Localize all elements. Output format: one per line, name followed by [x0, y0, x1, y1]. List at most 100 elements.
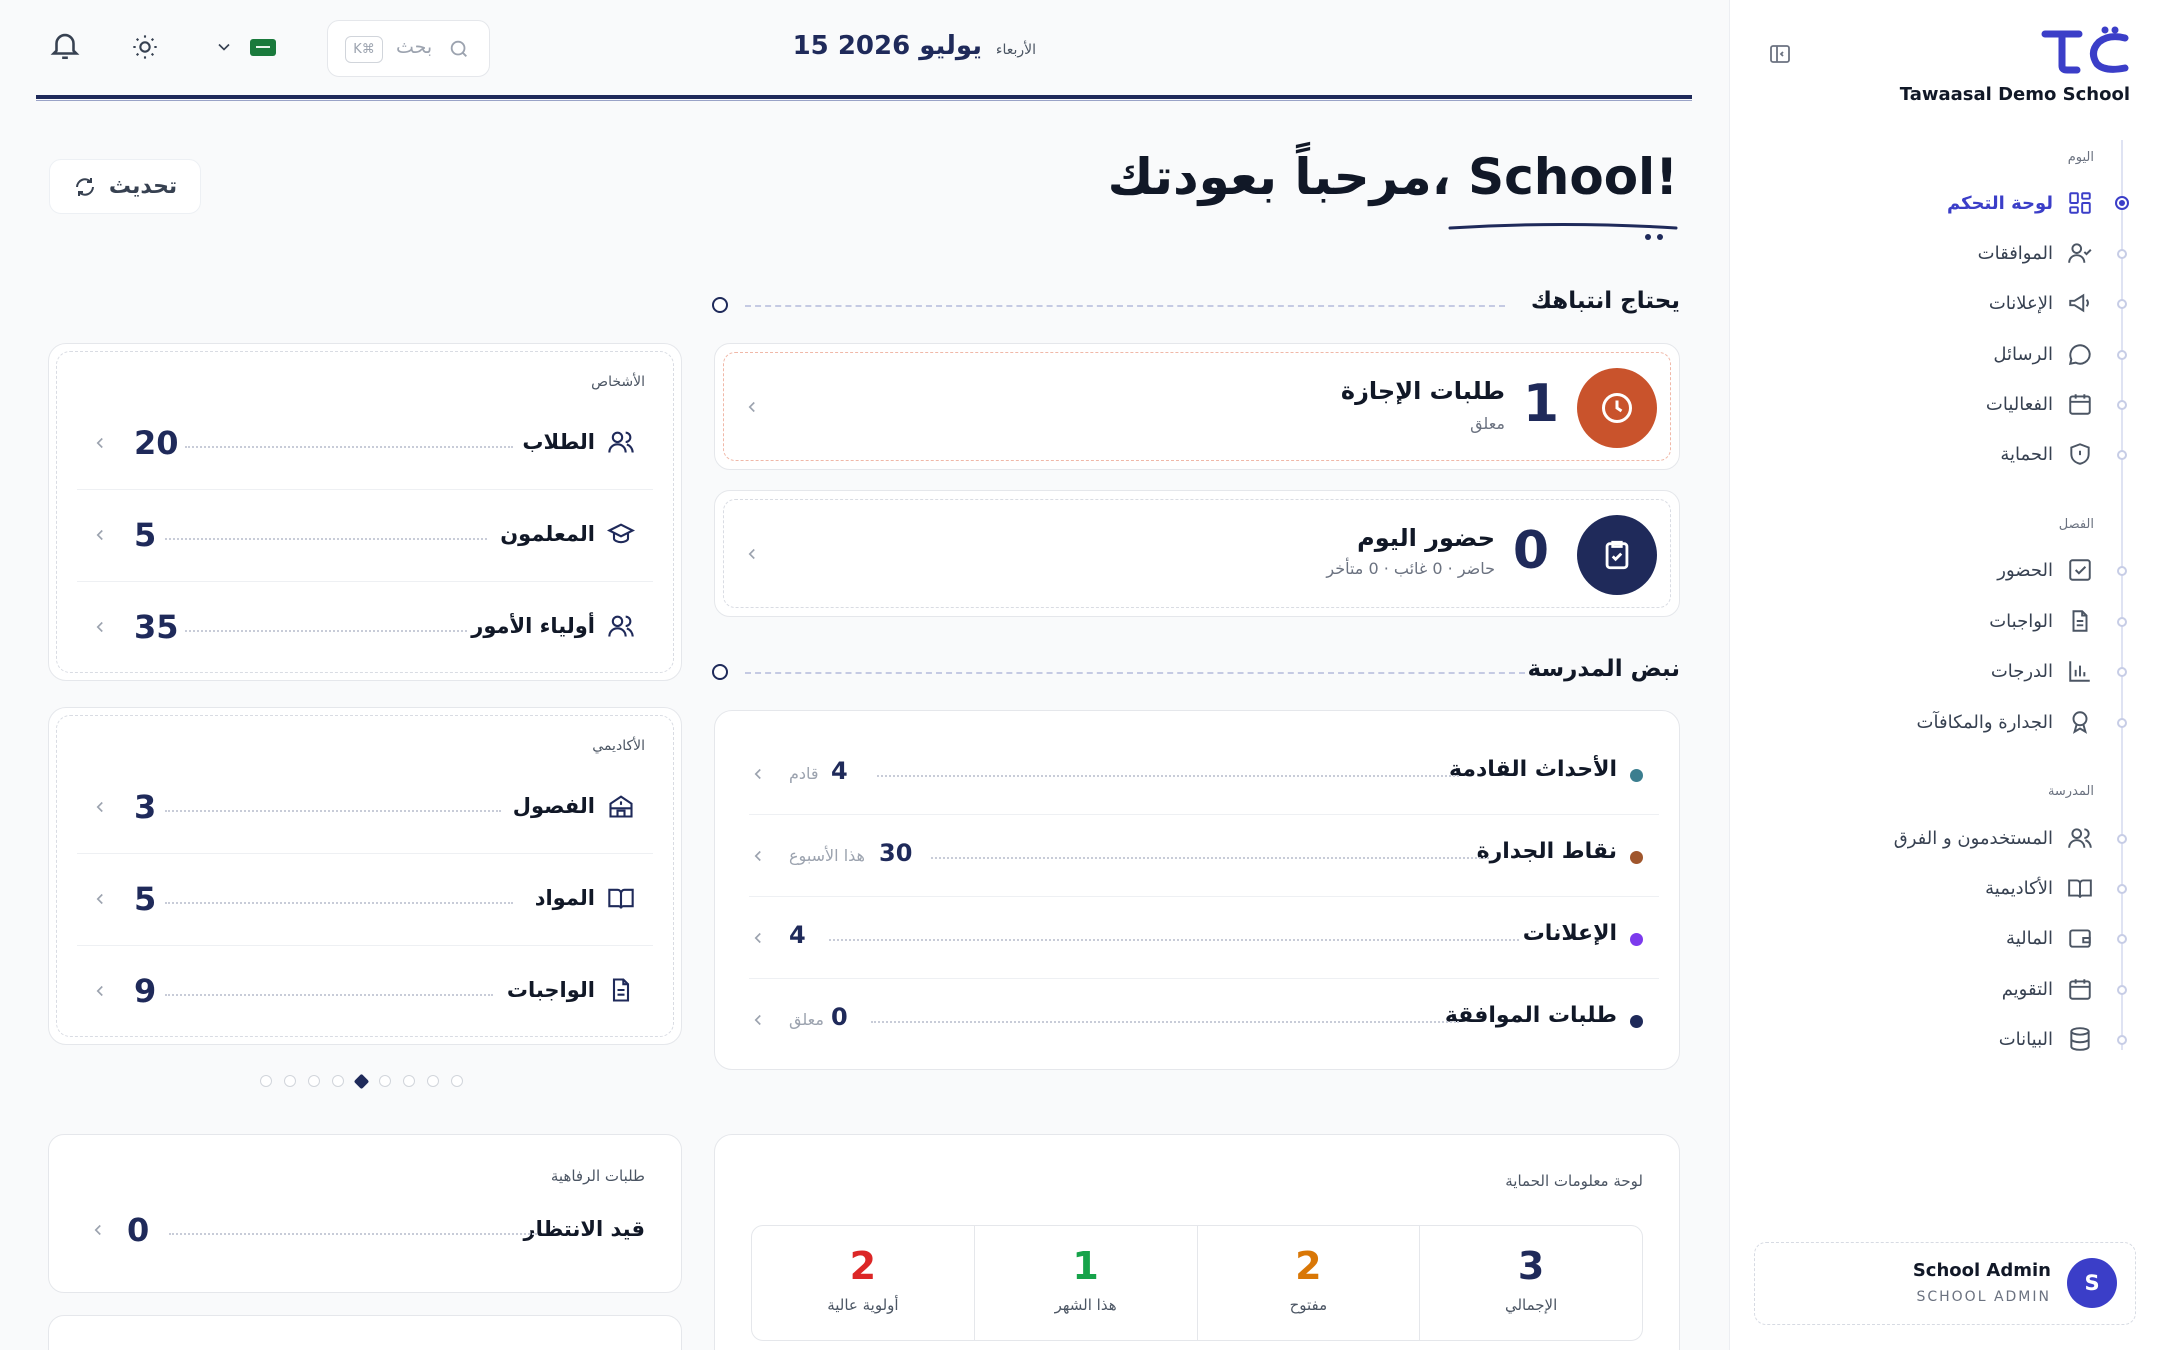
sidebar-item-merits[interactable]: الجدارة والمكافآت — [1917, 704, 2094, 740]
sidebar-item-events[interactable]: الفعاليات — [1986, 386, 2094, 422]
notifications-bell-icon[interactable] — [48, 28, 84, 64]
pulse-row-approval-requests[interactable]: طلبات الموافقة 0 معلق — [749, 979, 1659, 1061]
search-shortcut: K⌘ — [345, 36, 383, 63]
sidebar-item-finance[interactable]: المالية — [2006, 920, 2094, 956]
avatar: S — [2067, 1258, 2117, 1308]
card-caption: طلبات الرفاهية — [550, 1167, 645, 1185]
sidebar-item-label: المالية — [2006, 927, 2053, 949]
leave-requests-card[interactable]: 1 طلبات الإجازة معلق — [714, 343, 1680, 470]
academic-card: الأكاديمي الفصول 3 المواد 5 الواجبات 9 — [48, 707, 682, 1045]
people-row-parents[interactable]: أولياء الأمور 35 — [77, 582, 653, 674]
title-underline — [1448, 223, 1678, 240]
sidebar-item-calendar[interactable]: التقويم — [2002, 971, 2094, 1007]
pulse-unit: قادم — [789, 764, 819, 783]
sidebar-item-announcements[interactable]: الإعلانات — [1989, 285, 2094, 321]
language-select[interactable] — [214, 30, 282, 64]
stat-value: 20 — [134, 424, 179, 462]
sidebar-item-label: التقويم — [2001, 978, 2053, 1000]
pagination-dot[interactable] — [427, 1075, 439, 1087]
attendance-count: 0 — [1512, 521, 1549, 581]
user-menu[interactable]: S School Admin SCHOOL ADMIN — [1754, 1242, 2136, 1325]
welfare-row-pending[interactable]: قيد الانتظار 0 — [73, 1185, 657, 1277]
pagination-dot[interactable] — [379, 1075, 391, 1087]
pagination-dot[interactable] — [260, 1075, 272, 1087]
rail-dot — [2117, 617, 2127, 627]
pagination-dot[interactable] — [284, 1075, 296, 1087]
protection-stat-total[interactable]: 3 الإجمالي — [1419, 1226, 1642, 1340]
database-icon — [2066, 1025, 2094, 1053]
theme-toggle-sun-icon[interactable] — [131, 33, 161, 63]
chat-icon — [2066, 340, 2094, 368]
nav-section-school: المدرسة — [2047, 784, 2094, 799]
academic-row-homework[interactable]: الواجبات 9 — [77, 946, 653, 1038]
section-divider — [745, 305, 1505, 307]
users-icon — [2066, 824, 2094, 852]
card-caption: الأشخاص — [591, 374, 645, 390]
stat-value: 2 — [849, 1244, 877, 1288]
pulse-row-merit-points[interactable]: نقاط الجدارة 30 هذا الأسبوع — [749, 815, 1659, 897]
pagination-dot[interactable] — [332, 1075, 344, 1087]
sidebar-item-label: الرسائل — [1993, 343, 2053, 365]
academic-row-classes[interactable]: الفصول 3 — [77, 762, 653, 854]
rail-dot-active — [2115, 196, 2129, 210]
sidebar-item-messages[interactable]: الرسائل — [1993, 336, 2094, 372]
protection-stat-high-priority[interactable]: 2 أولوية عالية — [752, 1226, 974, 1340]
sidebar-item-protection[interactable]: الحماية — [2000, 436, 2094, 472]
people-row-teachers[interactable]: المعلمون 5 — [77, 490, 653, 582]
protection-stats: 2 أولوية عالية 1 هذا الشهر 2 مفتوح 3 الإ… — [751, 1225, 1643, 1341]
pagination-dot[interactable] — [451, 1075, 463, 1087]
stat-value: 35 — [134, 608, 179, 646]
chevron-left-icon — [749, 765, 767, 783]
chevron-left-icon — [91, 434, 109, 452]
attendance-title: حضور اليوم — [1357, 524, 1495, 552]
section-title-pulse: نبض المدرسة — [1527, 656, 1680, 682]
sidebar-item-attendance[interactable]: الحضور — [1997, 552, 2094, 588]
sidebar-item-approvals[interactable]: الموافقات — [1978, 235, 2094, 271]
sidebar-item-dashboard[interactable]: لوحة التحكم — [1947, 185, 2094, 221]
search-input[interactable]: K⌘ بحث — [327, 20, 490, 77]
rail-dot — [2117, 450, 2127, 460]
school-icon — [607, 792, 639, 824]
people-card: الأشخاص الطلاب 20 المعلمون 5 أولياء الأم… — [48, 343, 682, 681]
protection-stat-this-month[interactable]: 1 هذا الشهر — [973, 1226, 1197, 1340]
book-icon — [2066, 874, 2094, 902]
section-marker — [712, 664, 728, 680]
welfare-requests-card: طلبات الرفاهية قيد الانتظار 0 — [48, 1134, 682, 1293]
refresh-icon — [73, 175, 97, 199]
collapse-sidebar-icon[interactable] — [1768, 42, 1792, 66]
pagination-dot[interactable] — [308, 1075, 320, 1087]
calendar-icon — [2066, 390, 2094, 418]
stat-label: مفتوح — [1289, 1296, 1328, 1314]
sidebar-item-homework[interactable]: الواجبات — [1989, 603, 2094, 639]
date-weekday: الأربعاء — [995, 42, 1036, 58]
sidebar-item-users-teams[interactable]: المستخدمون و الفرق — [1894, 820, 2094, 856]
section-title-attention: يحتاج انتباهك — [1530, 288, 1680, 314]
people-row-students[interactable]: الطلاب 20 — [77, 398, 653, 490]
stat-label: المواد — [534, 886, 595, 910]
rail-dot — [2117, 884, 2127, 894]
stat-value: 3 — [1517, 1244, 1545, 1288]
sidebar-item-grades[interactable]: الدرجات — [1991, 653, 2094, 689]
chevron-left-icon — [91, 982, 109, 1000]
chevron-down-icon — [214, 37, 234, 57]
protection-stat-open[interactable]: 2 مفتوح — [1196, 1226, 1420, 1340]
sidebar-item-label: لوحة التحكم — [1946, 192, 2053, 214]
sidebar-item-data[interactable]: البيانات — [1999, 1021, 2094, 1057]
check-square-icon — [2066, 556, 2094, 584]
pagination-dot-active[interactable] — [353, 1073, 370, 1089]
users-icon — [607, 612, 639, 644]
chevron-left-icon — [749, 929, 767, 947]
today-attendance-card[interactable]: 0 حضور اليوم حاضر · 0 غائب · 0 متأخر — [714, 490, 1680, 617]
sidebar-item-label: المستخدمون و الفرق — [1893, 827, 2053, 849]
stat-value: 5 — [134, 516, 157, 554]
sidebar-item-academy[interactable]: الأكاديمية — [1985, 870, 2094, 906]
pulse-row-upcoming-events[interactable]: الأحداث القادمة 4 قادم — [749, 733, 1659, 815]
stat-label: الفصول — [512, 794, 595, 818]
book-open-icon — [607, 884, 639, 916]
card-caption: الأكاديمي — [592, 738, 645, 754]
pulse-row-announcements[interactable]: الإعلانات 4 — [749, 897, 1659, 979]
stat-label: هذا الشهر — [1054, 1296, 1117, 1314]
refresh-button[interactable]: تحديث — [49, 159, 201, 214]
pagination-dot[interactable] — [403, 1075, 415, 1087]
academic-row-subjects[interactable]: المواد 5 — [77, 854, 653, 946]
